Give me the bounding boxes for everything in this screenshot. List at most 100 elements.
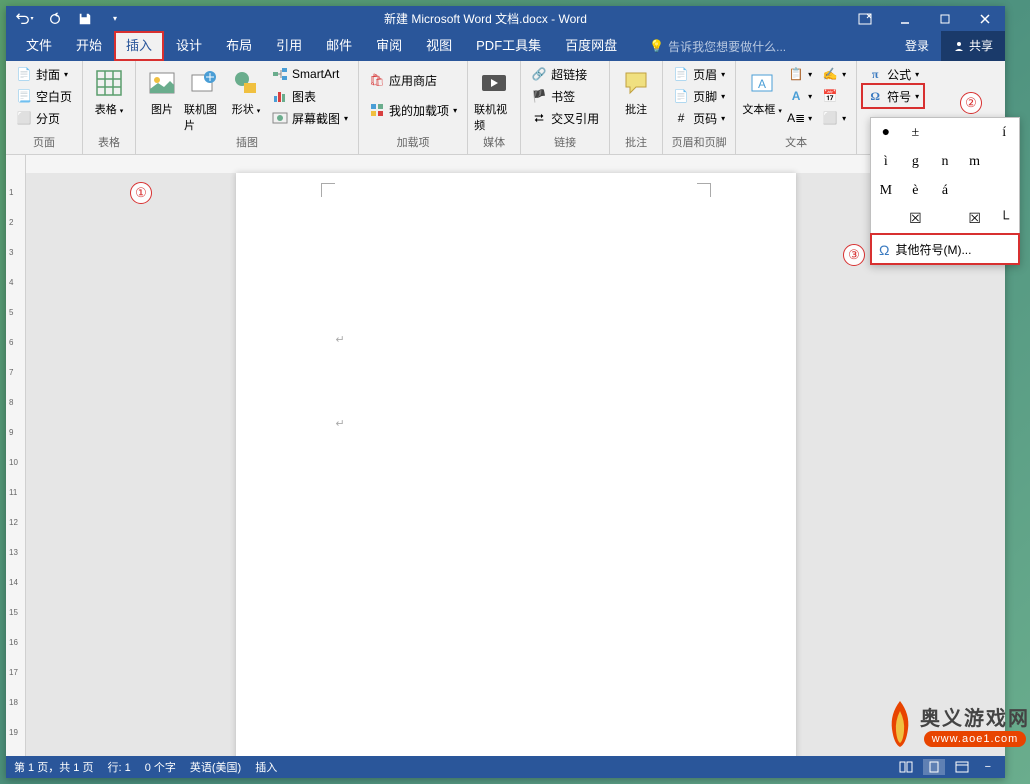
symbol-cell[interactable]: m bbox=[960, 147, 990, 176]
status-lang[interactable]: 英语(美国) bbox=[190, 759, 241, 775]
comment-button[interactable]: 批注 bbox=[616, 63, 656, 117]
tell-me-search[interactable]: 💡 告诉我您想要做什么... bbox=[629, 38, 893, 55]
tab-review[interactable]: 审阅 bbox=[364, 31, 414, 61]
status-line[interactable]: 行: 1 bbox=[107, 759, 130, 775]
tab-baidu[interactable]: 百度网盘 bbox=[553, 31, 629, 61]
store-button[interactable]: 🛍应用商店 bbox=[365, 69, 461, 91]
login-link[interactable]: 登录 bbox=[893, 31, 941, 61]
tell-me-placeholder: 告诉我您想要做什么... bbox=[668, 38, 786, 55]
status-mode[interactable]: 插入 bbox=[255, 759, 277, 775]
symbol-cell[interactable]: ì bbox=[871, 147, 901, 176]
symbol-cell[interactable]: í bbox=[989, 118, 1019, 147]
textbox-button[interactable]: A文本框 ▾ bbox=[742, 63, 782, 117]
screenshot-button[interactable]: 屏幕截图▾ bbox=[268, 107, 352, 129]
vertical-ruler[interactable]: 12345678910111213141516171819 bbox=[6, 155, 26, 756]
bookmark-button[interactable]: 🏴书签 bbox=[527, 85, 603, 107]
symbol-cell[interactable]: M bbox=[871, 176, 901, 205]
qat-customize[interactable]: ▾ bbox=[104, 9, 126, 29]
symbol-label: 符号 bbox=[887, 88, 911, 105]
page-break-button[interactable]: ⬜分页 bbox=[12, 107, 76, 129]
symbol-button[interactable]: Ω符号▾ bbox=[863, 85, 923, 107]
group-media-label: 媒体 bbox=[474, 134, 514, 152]
save-button[interactable] bbox=[74, 9, 96, 29]
footer-button[interactable]: 📄页脚▾ bbox=[669, 85, 729, 107]
symbol-cell[interactable]: ● bbox=[871, 118, 901, 147]
minimize-button[interactable] bbox=[885, 6, 925, 31]
chart-button[interactable]: 图表 bbox=[268, 85, 352, 107]
symbol-cell[interactable]: á bbox=[930, 176, 960, 205]
online-picture-button[interactable]: 联机图片 bbox=[184, 63, 224, 133]
smartart-button[interactable]: SmartArt bbox=[268, 63, 352, 85]
ruler-tick: 2 bbox=[9, 218, 13, 227]
symbol-cell[interactable]: ☒ bbox=[960, 205, 990, 234]
share-button[interactable]: 共享 bbox=[941, 31, 1005, 61]
horizontal-ruler[interactable] bbox=[26, 155, 1005, 173]
close-button[interactable] bbox=[965, 6, 1005, 31]
read-mode-button[interactable] bbox=[895, 759, 917, 775]
symbol-cell[interactable] bbox=[871, 205, 901, 234]
tab-layout[interactable]: 布局 bbox=[214, 31, 264, 61]
symbol-cell[interactable] bbox=[989, 176, 1019, 205]
symbol-cell[interactable] bbox=[960, 176, 990, 205]
symbol-cell[interactable]: ☒ bbox=[901, 205, 931, 234]
ruler-tick: 11 bbox=[9, 488, 17, 497]
symbol-cell[interactable]: └ bbox=[989, 205, 1019, 234]
hyperlink-button[interactable]: 🔗超链接 bbox=[527, 63, 603, 85]
tab-insert[interactable]: 插入 bbox=[114, 31, 164, 61]
picture-button[interactable]: 图片 bbox=[142, 63, 182, 117]
tab-home[interactable]: 开始 bbox=[64, 31, 114, 61]
ribbon-display-button[interactable] bbox=[845, 6, 885, 31]
crossref-button[interactable]: ⮂交叉引用 bbox=[527, 107, 603, 129]
symbol-cell[interactable] bbox=[989, 147, 1019, 176]
web-layout-button[interactable] bbox=[951, 759, 973, 775]
symbol-cell[interactable]: n bbox=[930, 147, 960, 176]
tab-view[interactable]: 视图 bbox=[414, 31, 464, 61]
tab-design[interactable]: 设计 bbox=[164, 31, 214, 61]
redo-button[interactable] bbox=[44, 9, 66, 29]
print-layout-button[interactable] bbox=[923, 759, 945, 775]
tab-pdf[interactable]: PDF工具集 bbox=[464, 31, 553, 61]
cover-page-button[interactable]: 📄封面▾ bbox=[12, 63, 76, 85]
group-links: 🔗超链接 🏴书签 ⮂交叉引用 链接 bbox=[521, 61, 610, 154]
tab-file[interactable]: 文件 bbox=[14, 31, 64, 61]
symbol-cell[interactable]: è bbox=[901, 176, 931, 205]
my-addins-button[interactable]: 我的加载项▾ bbox=[365, 99, 461, 121]
blank-page-button[interactable]: 📃空白页 bbox=[12, 85, 76, 107]
symbol-cell[interactable] bbox=[930, 205, 960, 234]
symbol-cell[interactable]: g bbox=[901, 147, 931, 176]
tab-references[interactable]: 引用 bbox=[264, 31, 314, 61]
undo-button[interactable]: ▾ bbox=[14, 9, 36, 29]
document-page[interactable]: ↵ ↵ bbox=[236, 173, 796, 756]
shapes-button[interactable]: 形状 ▾ bbox=[226, 63, 266, 117]
group-addins: 🛍应用商店 我的加载项▾ 加载项 bbox=[359, 61, 468, 154]
text-aux4[interactable]: ✍▾ bbox=[818, 63, 850, 85]
status-words[interactable]: 0 个字 bbox=[145, 759, 176, 775]
callout-1: ① bbox=[130, 182, 152, 204]
hyperlink-label: 超链接 bbox=[551, 66, 587, 83]
maximize-button[interactable] bbox=[925, 6, 965, 31]
header-label: 页眉 bbox=[693, 66, 717, 83]
text-aux6[interactable]: ⬜▾ bbox=[818, 107, 850, 129]
text-aux2[interactable]: A▾ bbox=[784, 85, 816, 107]
symbol-cell[interactable] bbox=[960, 118, 990, 147]
window-title: 新建 Microsoft Word 文档.docx - Word bbox=[126, 10, 845, 27]
equation-button[interactable]: π公式▾ bbox=[863, 63, 923, 85]
comment-label: 批注 bbox=[625, 101, 647, 117]
text-aux3[interactable]: A≣▾ bbox=[784, 107, 816, 129]
more-symbols-item[interactable]: Ω 其他符号(M)... bbox=[871, 234, 1019, 264]
tab-mailings[interactable]: 邮件 bbox=[314, 31, 364, 61]
symbol-cell[interactable] bbox=[930, 118, 960, 147]
ruler-tick: 9 bbox=[9, 428, 13, 437]
header-button[interactable]: 📄页眉▾ bbox=[669, 63, 729, 85]
group-comments-label: 批注 bbox=[616, 134, 656, 152]
pagenum-button[interactable]: #页码▾ bbox=[669, 107, 729, 129]
table-button[interactable]: 表格 ▾ bbox=[89, 63, 129, 117]
text-aux1[interactable]: 📋▾ bbox=[784, 63, 816, 85]
group-tables: 表格 ▾ 表格 bbox=[83, 61, 136, 154]
status-page[interactable]: 第 1 页，共 1 页 bbox=[14, 759, 93, 775]
text-aux5[interactable]: 📅 bbox=[818, 85, 850, 107]
online-video-button[interactable]: 联机视频 bbox=[474, 63, 514, 133]
ruler-tick: 6 bbox=[9, 338, 13, 347]
symbol-cell[interactable]: ± bbox=[901, 118, 931, 147]
shapes-label: 形状 bbox=[232, 104, 254, 116]
